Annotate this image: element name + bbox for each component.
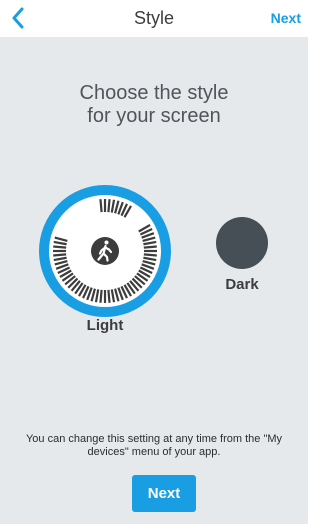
style-screen: Style Next Choose the style for your scr… (0, 0, 308, 524)
dark-style-option[interactable] (216, 217, 268, 269)
progress-tick (107, 289, 111, 303)
light-option-label: Light (86, 317, 124, 334)
progress-tick (143, 253, 157, 257)
light-style-option[interactable] (37, 183, 173, 319)
progress-tick (107, 199, 111, 213)
progress-tick (53, 245, 67, 249)
progress-tick (99, 289, 103, 303)
progress-tick (53, 253, 67, 257)
next-button[interactable]: Next (132, 475, 196, 512)
info-text: You can change this setting at any time … (25, 433, 283, 458)
heading-line-1: Choose the style (79, 82, 229, 104)
main-content: Choose the style for your screen Light D… (0, 37, 308, 524)
heading-line-2: for your screen (87, 105, 221, 127)
nav-next-button[interactable]: Next (271, 10, 301, 26)
page-title: Style (133, 8, 175, 28)
light-watch-face-preview (39, 185, 171, 317)
progress-tick (143, 245, 157, 249)
navigation-bar: Style Next (0, 0, 308, 37)
progress-tick (99, 199, 103, 213)
page-heading: Choose the style for your screen (0, 82, 308, 128)
dark-option-label: Dark (225, 276, 259, 293)
